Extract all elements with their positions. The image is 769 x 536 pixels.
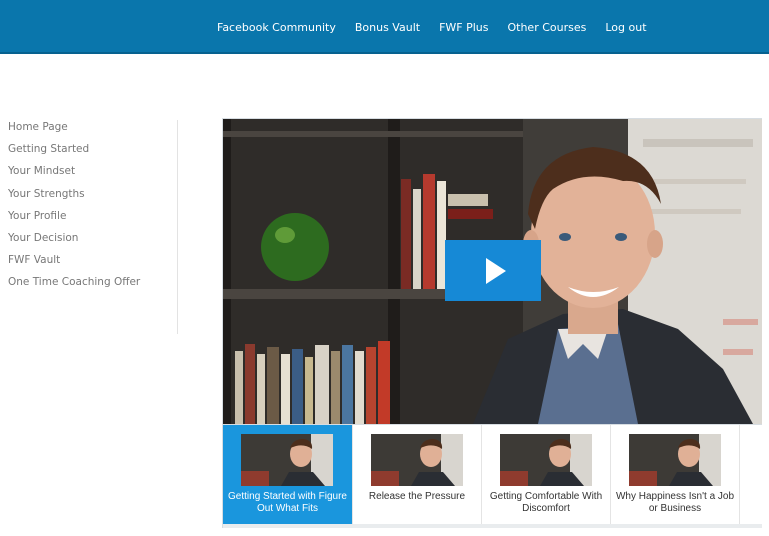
sidebar-item-getting-started[interactable]: Getting Started (8, 142, 177, 164)
playlist-item-getting-started[interactable]: Getting Started with Figure Out What Fit… (223, 425, 353, 524)
nav-fwf-plus[interactable]: FWF Plus (439, 21, 488, 34)
sidebar-item-your-decision[interactable]: Your Decision (8, 231, 177, 253)
play-icon (485, 257, 506, 284)
playlist-item-title: Getting Comfortable With Discomfort (489, 491, 603, 514)
playlist-item-comfortable-discomfort[interactable]: Getting Comfortable With Discomfort (482, 425, 611, 524)
thumbnail-image (241, 434, 333, 486)
video-player: Getting Started with Figure Out What Fit… (222, 118, 762, 528)
playlist-item-title: Why Happiness Isn't a Job or Business (615, 491, 735, 514)
nav-bonus-vault[interactable]: Bonus Vault (355, 21, 420, 34)
top-nav: Facebook Community Bonus Vault FWF Plus … (217, 0, 666, 54)
sidebar-item-your-profile[interactable]: Your Profile (8, 209, 177, 231)
sidebar-item-fwf-vault[interactable]: FWF Vault (8, 253, 177, 275)
sidebar-item-home-page[interactable]: Home Page (8, 120, 177, 142)
playlist-item-title: Release the Pressure (368, 491, 466, 502)
nav-facebook-community[interactable]: Facebook Community (217, 21, 336, 34)
playlist-thumbnails: Getting Started with Figure Out What Fit… (223, 424, 762, 524)
nav-log-out[interactable]: Log out (605, 21, 646, 34)
top-navigation-bar: Facebook Community Bonus Vault FWF Plus … (0, 0, 769, 54)
playlist-item-title: Getting Started with Figure Out What Fit… (228, 491, 347, 514)
play-button[interactable] (445, 240, 541, 301)
thumbnail-image (371, 434, 463, 486)
playlist-item-next-partial[interactable] (740, 425, 762, 524)
playlist-item-happiness[interactable]: Why Happiness Isn't a Job or Business (611, 425, 740, 524)
thumbnail-image (629, 434, 721, 486)
sidebar-item-coaching-offer[interactable]: One Time Coaching Offer (8, 275, 177, 297)
sidebar-item-your-mindset[interactable]: Your Mindset (8, 164, 177, 186)
playlist-item-release-pressure[interactable]: Release the Pressure (353, 425, 482, 524)
playlist-scrollbar[interactable] (223, 524, 762, 528)
sidebar-menu: Home Page Getting Started Your Mindset Y… (8, 120, 178, 334)
thumbnail-image (500, 434, 592, 486)
sidebar-item-your-strengths[interactable]: Your Strengths (8, 187, 177, 209)
video-frame[interactable] (223, 119, 762, 424)
nav-other-courses[interactable]: Other Courses (507, 21, 586, 34)
